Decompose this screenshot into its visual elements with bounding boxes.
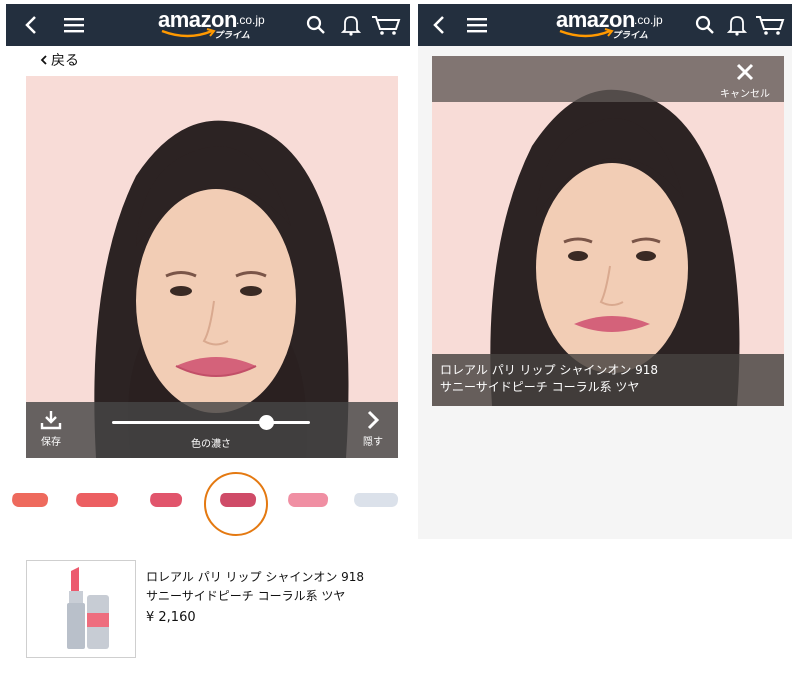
product-name[interactable]: ロレアル パリ リップ シャインオン 918 サニーサイドピーチ コーラル系 ツ… [146, 568, 396, 606]
product-card[interactable]: ロレアル パリ リップ シャインオン 918 サニーサイドピーチ コーラル系 ツ… [26, 560, 398, 660]
caption-line1: ロレアル パリ リップ シャインオン 918 [440, 363, 659, 377]
cart-icon[interactable] [370, 12, 402, 38]
lipstick-swatch[interactable] [353, 493, 399, 507]
color-intensity-slider[interactable] [112, 415, 310, 430]
product-caption: ロレアル パリ リップ シャインオン 918 サニーサイドピーチ コーラル系 ツ… [440, 362, 658, 396]
hamburger-menu-icon[interactable] [464, 12, 490, 38]
back-arrow-icon [40, 55, 47, 65]
tryon-controls-bar: 保存 色の濃さ 隠す [26, 402, 398, 458]
back-link[interactable]: 戻る [40, 50, 79, 70]
cancel-overlay: キャンセル [432, 56, 784, 102]
right-screen: amazon .co.jp プライム キャンセル ロレアル パリ リップ シャイ… [418, 4, 792, 539]
lipstick-product-icon [67, 567, 109, 649]
product-price: ¥ 2,160 [146, 610, 196, 625]
lipstick-swatch[interactable] [11, 493, 49, 507]
left-screen: amazon .co.jp プライム 戻る 保存 色の濃さ 隠す ロレアル パリ… [6, 4, 410, 670]
back-link-label: 戻る [51, 53, 79, 69]
search-icon[interactable] [692, 12, 718, 38]
save-label: 保存 [41, 437, 61, 448]
cart-icon[interactable] [754, 12, 786, 38]
logo-tld: .co.jp [634, 13, 663, 27]
logo-tld: .co.jp [236, 13, 265, 27]
notification-bell-icon[interactable] [724, 12, 750, 38]
logo-smile-icon [161, 28, 216, 38]
notification-bell-icon[interactable] [338, 12, 364, 38]
product-image[interactable] [26, 560, 136, 658]
lipstick-swatch[interactable] [219, 493, 257, 507]
cancel-button[interactable]: キャンセル [720, 62, 770, 100]
slider-thumb[interactable] [259, 415, 275, 430]
lipstick-swatch[interactable] [75, 493, 119, 507]
amazon-logo[interactable]: amazon .co.jp プライム [556, 7, 676, 43]
lipstick-swatch[interactable] [149, 493, 183, 507]
logo-prime: プライム [214, 31, 250, 41]
product-caption-overlay: ロレアル パリ リップ シャインオン 918 サニーサイドピーチ コーラル系 ツ… [432, 354, 784, 406]
download-icon [40, 411, 62, 430]
back-chevron-icon[interactable] [426, 12, 452, 38]
cancel-label: キャンセル [720, 89, 770, 100]
lipstick-swatch[interactable] [287, 493, 329, 507]
hide-button[interactable]: 隠す [358, 410, 388, 448]
chevron-right-icon [367, 410, 380, 430]
intensity-label: 色の濃さ [191, 439, 231, 450]
caption-line2: サニーサイドピーチ コーラル系 ツヤ [440, 380, 640, 394]
lipstick-swatch-row [6, 470, 410, 536]
search-icon[interactable] [303, 12, 329, 38]
logo-smile-icon [559, 28, 614, 38]
amazon-logo[interactable]: amazon .co.jp プライム [158, 7, 278, 43]
logo-prime: プライム [612, 31, 648, 41]
product-name-line2: サニーサイドピーチ コーラル系 ツヤ [146, 589, 346, 603]
header-bar: amazon .co.jp プライム [6, 4, 410, 46]
hamburger-menu-icon[interactable] [61, 12, 87, 38]
face-preview-image [26, 76, 398, 458]
back-chevron-icon[interactable] [18, 12, 44, 38]
product-name-line1: ロレアル パリ リップ シャインオン 918 [146, 570, 365, 584]
header-bar: amazon .co.jp プライム [418, 4, 792, 46]
close-icon [736, 63, 754, 81]
hide-label: 隠す [363, 437, 383, 448]
save-button[interactable]: 保存 [36, 410, 66, 448]
